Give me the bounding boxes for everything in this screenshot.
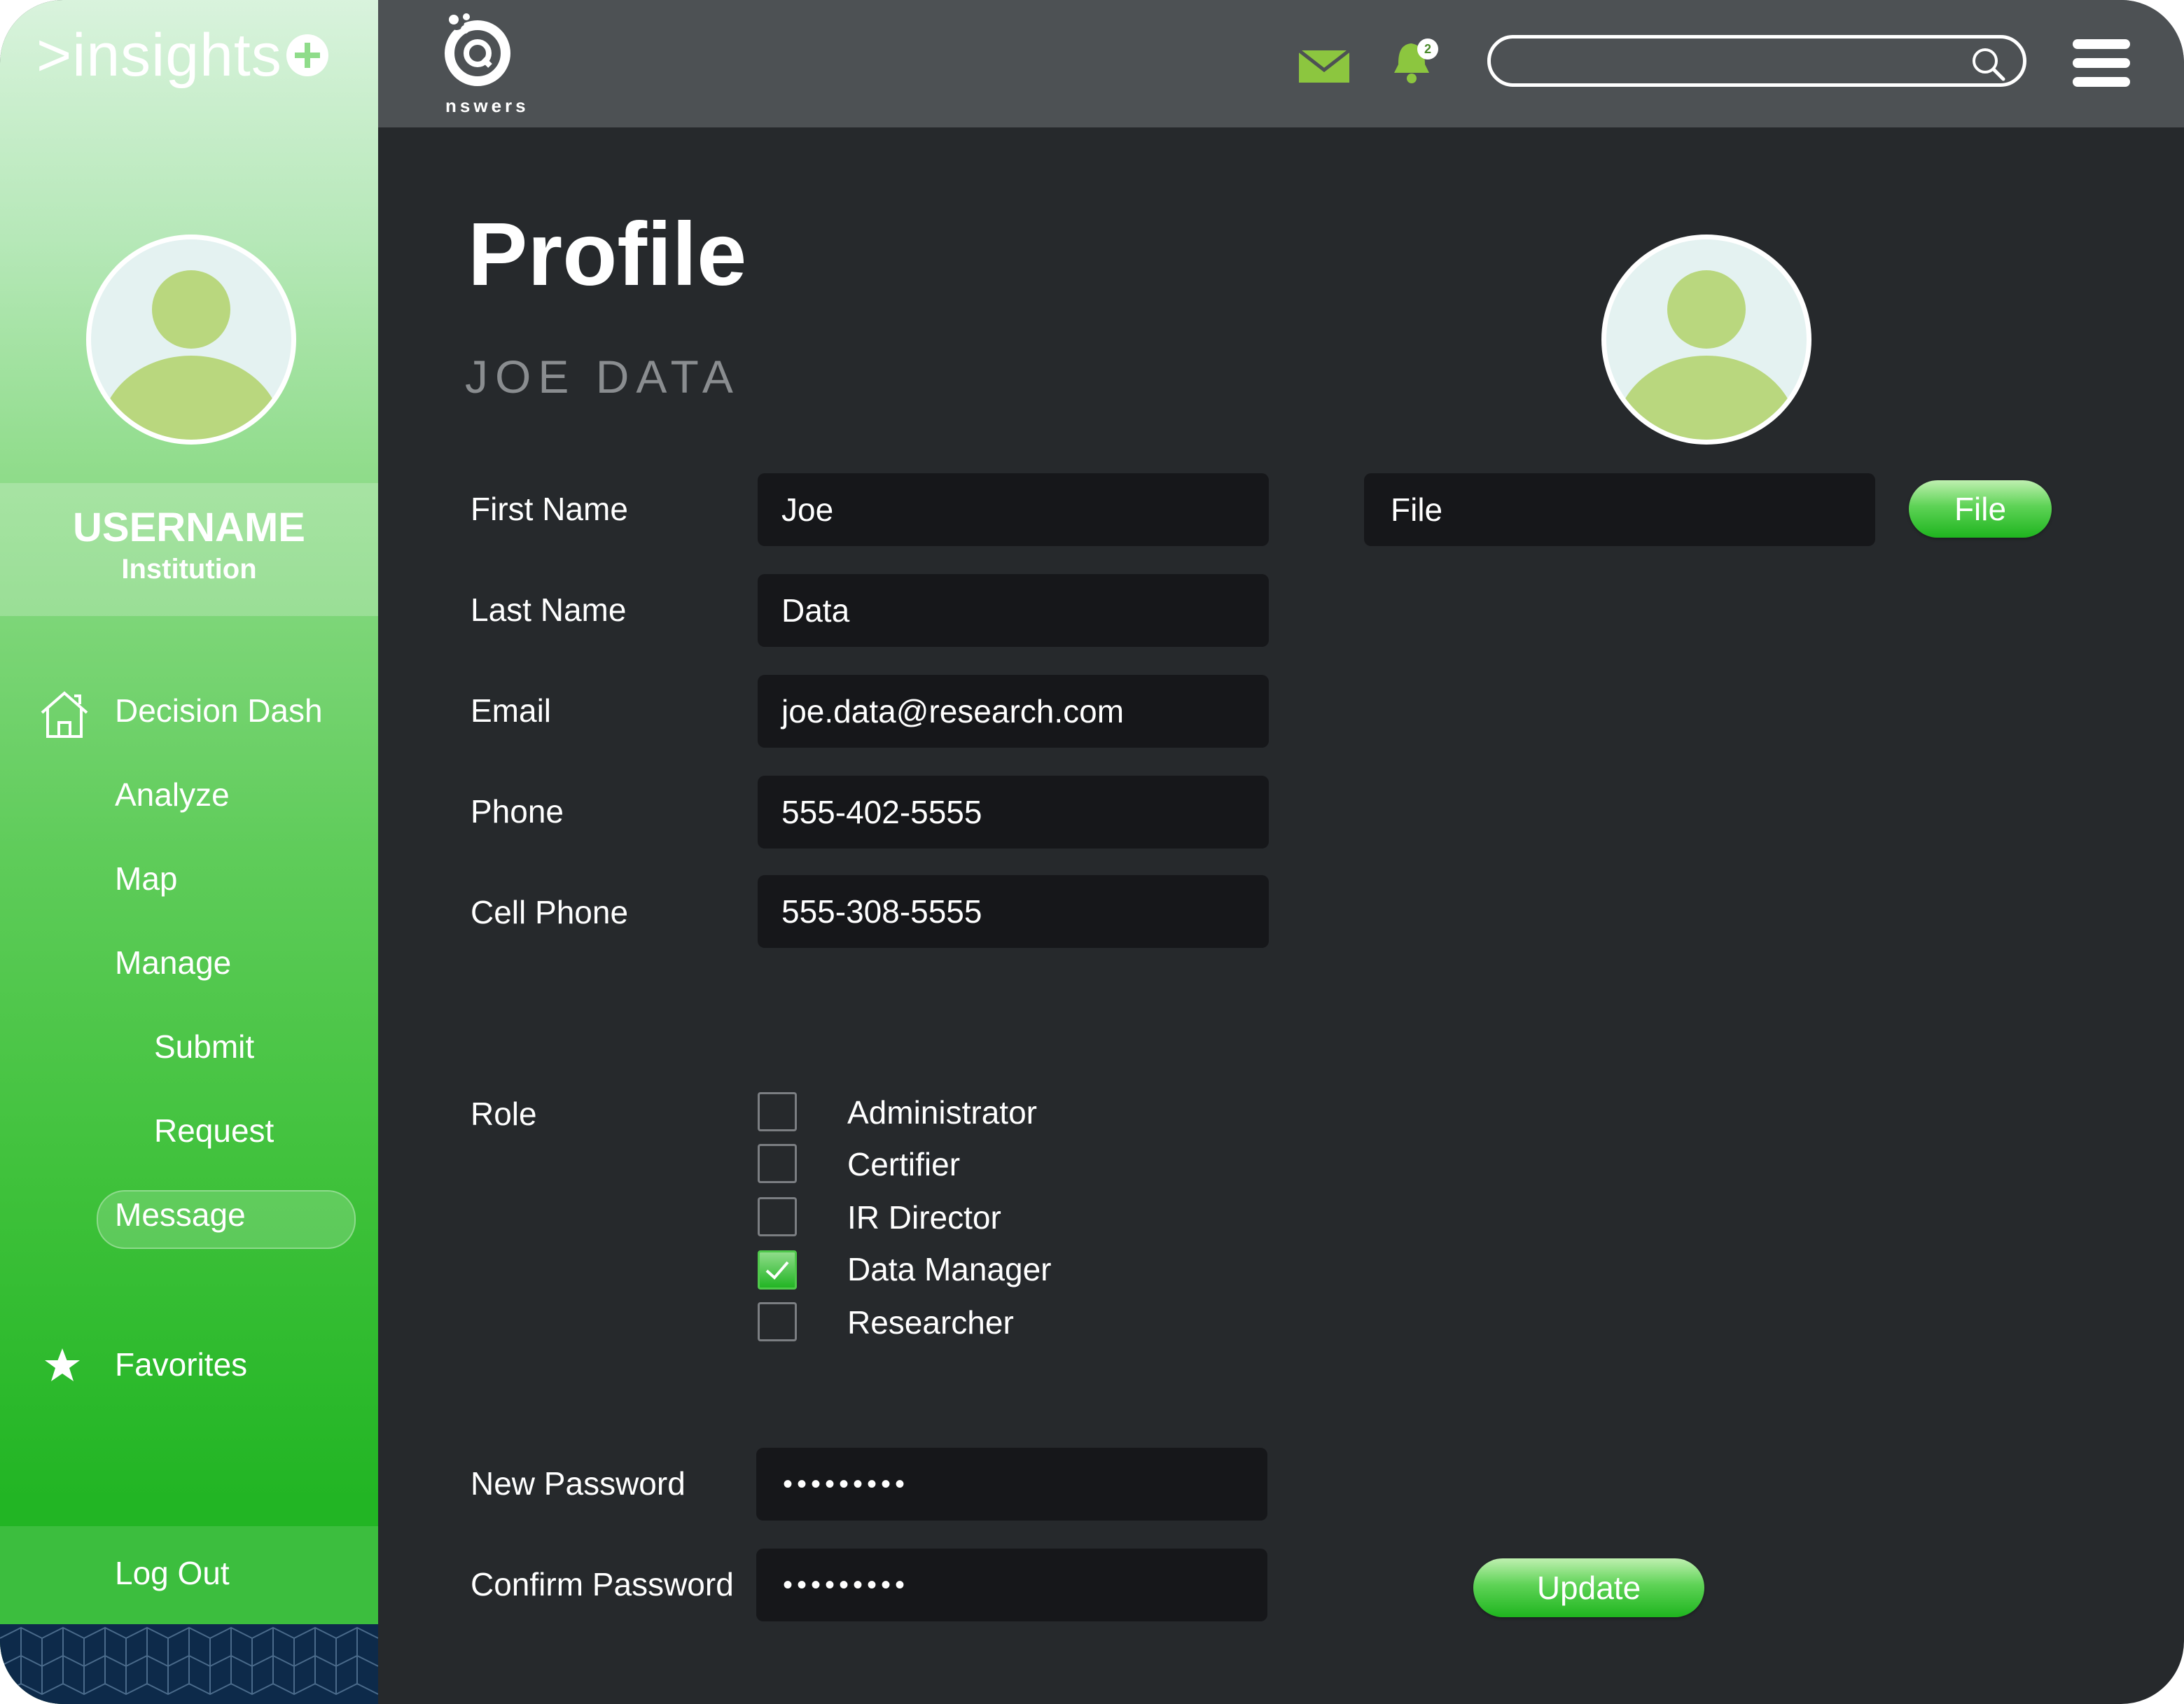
role-checkbox-administrator[interactable] xyxy=(758,1092,797,1131)
role-option-researcher: Researcher xyxy=(847,1304,1014,1341)
profile-avatar-icon xyxy=(1601,235,1811,445)
cell-phone-field[interactable]: 555-308-5555 xyxy=(758,875,1269,948)
role-checkbox-certifier[interactable] xyxy=(758,1144,797,1183)
confirm-password-field[interactable]: ••••••••• xyxy=(756,1549,1267,1621)
file-field[interactable]: File xyxy=(1364,473,1875,546)
hamburger-menu-icon[interactable] xyxy=(2071,38,2131,88)
phone-label: Phone xyxy=(471,793,564,830)
institution: Institution xyxy=(121,554,257,585)
role-option-data-manager: Data Manager xyxy=(847,1251,1052,1287)
nav-item-map[interactable]: Map xyxy=(115,860,177,898)
search-icon[interactable] xyxy=(1970,46,2006,82)
nav-item-manage[interactable]: Manage xyxy=(115,944,231,982)
email-label: Email xyxy=(471,692,552,729)
role-checkbox-researcher[interactable] xyxy=(758,1302,797,1341)
first-name-field[interactable]: Joe xyxy=(758,473,1269,546)
nav-item-submit[interactable]: Submit xyxy=(154,1028,254,1066)
nswers-logo-icon[interactable] xyxy=(434,10,518,94)
file-upload-button[interactable]: File xyxy=(1909,480,2052,538)
update-button[interactable]: Update xyxy=(1473,1558,1704,1617)
avatar-icon xyxy=(86,235,296,445)
nav-item-request[interactable]: Request xyxy=(154,1112,274,1150)
first-name-label: First Name xyxy=(471,491,628,527)
star-icon xyxy=(45,1348,80,1381)
last-name-field[interactable]: Data xyxy=(758,574,1269,647)
brand-logo[interactable]: >insights xyxy=(36,21,328,90)
sidebar: >insights USERNAME Institution Decision … xyxy=(0,0,378,1704)
checkmark-icon xyxy=(765,1261,789,1280)
username: USERNAME xyxy=(73,505,305,550)
nav-item-message[interactable]: Message xyxy=(115,1196,246,1234)
role-checkbox-ir-director[interactable] xyxy=(758,1197,797,1236)
brand-name: >insights xyxy=(36,22,282,89)
top-bar: nswers 2 xyxy=(378,0,2184,127)
new-password-label: New Password xyxy=(471,1465,686,1502)
role-option-certifier: Certifier xyxy=(847,1146,961,1182)
role-option-administrator: Administrator xyxy=(847,1094,1037,1131)
role-label: Role xyxy=(471,1096,537,1132)
notification-count: 2 xyxy=(1424,42,1431,56)
email-field[interactable]: joe.data@research.com xyxy=(758,675,1269,748)
decorative-pattern xyxy=(0,1624,378,1704)
mail-icon[interactable] xyxy=(1298,49,1351,84)
last-name-label: Last Name xyxy=(471,592,627,628)
nav-item-favorites[interactable]: Favorites xyxy=(115,1346,247,1383)
phone-field[interactable]: 555-402-5555 xyxy=(758,776,1269,848)
search-input[interactable] xyxy=(1512,46,1963,78)
logo-wordmark: nswers xyxy=(445,95,529,116)
confirm-password-label: Confirm Password xyxy=(471,1566,734,1602)
home-icon xyxy=(41,691,88,738)
page-title: Profile xyxy=(468,204,747,305)
notification-bell-icon[interactable]: 2 xyxy=(1390,36,1443,85)
cell-phone-label: Cell Phone xyxy=(471,894,629,930)
nav-item-analyze[interactable]: Analyze xyxy=(115,776,230,813)
nav-item-decision-dash[interactable]: Decision Dash xyxy=(115,692,323,729)
app-window: >insights USERNAME Institution Decision … xyxy=(0,0,2184,1704)
plus-icon xyxy=(286,34,328,77)
new-password-field[interactable]: ••••••••• xyxy=(756,1448,1267,1521)
role-checkbox-data-manager[interactable] xyxy=(758,1250,797,1290)
search-box[interactable] xyxy=(1487,35,2026,87)
profile-name-subtitle: JOE DATA xyxy=(465,351,740,403)
user-block: USERNAME Institution xyxy=(0,483,378,616)
role-option-ir-director: IR Director xyxy=(847,1199,1001,1236)
logout-link[interactable]: Log Out xyxy=(115,1554,230,1592)
